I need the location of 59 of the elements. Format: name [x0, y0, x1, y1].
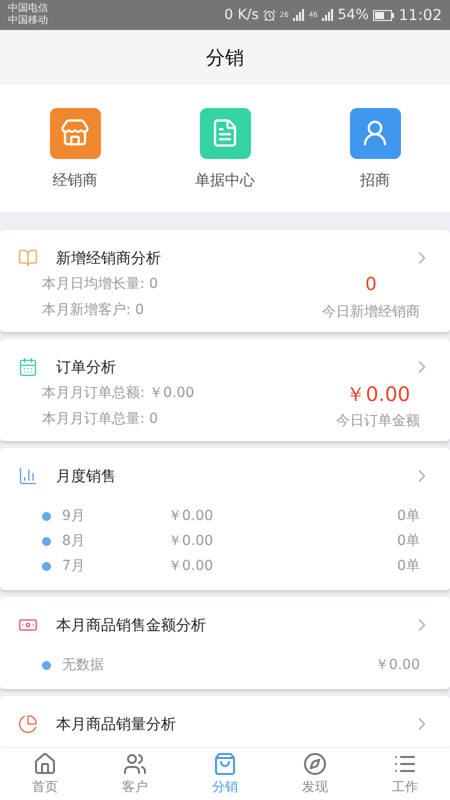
tab-item[interactable]: 首页 — [0, 748, 90, 800]
analysis-card[interactable]: 新增经销商分析 本月日均增长量: 0 本月新增客户: 0 0 今日新增经销商 — [0, 230, 450, 332]
calendar-icon — [18, 357, 38, 377]
tab-item[interactable]: 工作 — [360, 748, 450, 800]
network-speed: 0 K/s — [224, 7, 259, 23]
pie-chart-icon — [18, 714, 38, 734]
analysis-card[interactable]: 本月商品销量分析 — [0, 696, 450, 747]
stat-text: 本月月订单总额: ￥0.00 — [42, 384, 194, 403]
shortcut-button[interactable]: 单据中心 — [150, 108, 300, 190]
card-title: 月度销售 — [56, 466, 117, 486]
card-title: 新增经销商分析 — [56, 248, 162, 268]
stat-value: ￥0.00 — [346, 383, 410, 405]
battery-percent: 54% — [338, 7, 369, 23]
row-label: 无数据 — [62, 656, 105, 675]
row-label: 7月 — [62, 557, 86, 576]
stat-text: 本月新增客户: 0 — [42, 301, 144, 320]
card-title: 本月商品销量分析 — [56, 714, 177, 734]
signal-icon — [322, 9, 334, 21]
shortcut-button[interactable]: 招商 — [300, 108, 450, 190]
book-icon — [18, 248, 38, 268]
bullet-dot — [42, 562, 51, 570]
bullet-dot — [42, 536, 51, 546]
compass-icon — [303, 752, 327, 776]
row-amount: ￥0.00 — [168, 507, 214, 526]
card-title: 本月商品销售金额分析 — [56, 616, 207, 634]
row-amount: ￥0.00 — [168, 557, 214, 576]
alarm-icon — [262, 8, 276, 22]
stat-caption: 今日新增经销商 — [322, 303, 420, 322]
carrier-text: 中国移动 — [8, 15, 49, 27]
tab-item[interactable]: 发现 — [270, 748, 360, 800]
carrier-text: 中国电信 — [8, 3, 49, 14]
stat-value: 0 — [365, 274, 377, 296]
signal-icon — [292, 9, 305, 21]
tab-item[interactable]: 客户 — [90, 748, 180, 800]
stat-caption: 今日订单金额 — [336, 412, 420, 431]
row-value: 0单 — [397, 557, 420, 576]
bar-chart-icon — [18, 466, 38, 486]
row-label: 9月 — [62, 507, 86, 526]
document-icon — [200, 108, 250, 158]
bullet-dot — [42, 512, 51, 520]
clock-time: 11:02 — [398, 6, 442, 24]
row-amount: ￥0.00 — [168, 532, 214, 551]
bag-icon — [213, 752, 237, 776]
store-icon — [50, 108, 100, 158]
card-title: 订单分析 — [56, 358, 117, 376]
stat-text: 本月日均增长量: 0 — [42, 275, 158, 294]
analysis-card[interactable]: 订单分析 本月月订单总额: ￥0.00 本月月订单总量: 0 ￥0.00 今日订单金额 — [0, 339, 450, 441]
bullet-dot — [42, 660, 51, 670]
row-value: ￥0.00 — [374, 656, 420, 675]
home-icon — [33, 752, 57, 776]
shortcut-button[interactable]: 经销商 — [0, 108, 150, 190]
analysis-card[interactable]: 本月商品销售金额分析 无数据 ￥0.00 — [0, 597, 450, 689]
stat-text: 本月月订单总量: 0 — [42, 410, 158, 429]
battery-icon — [372, 10, 395, 20]
page-title: 分销 — [206, 46, 244, 70]
row-value: 0单 — [397, 507, 420, 526]
row-label: 8月 — [62, 532, 86, 551]
row-value: 0单 — [397, 532, 420, 551]
analysis-card[interactable]: 月度销售 9月 ￥0.00 0单 8月 ￥0.00 0单 7月 ￥0.00 0单 — [0, 448, 450, 590]
